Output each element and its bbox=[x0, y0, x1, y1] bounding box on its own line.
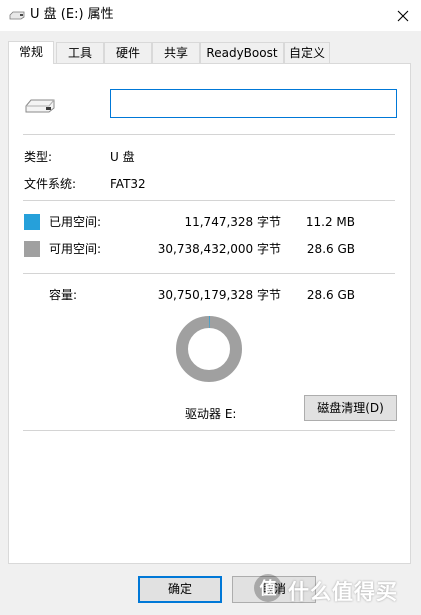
filesystem-value: FAT32 bbox=[110, 177, 146, 191]
capacity-bytes: 30,750,179,328 字节 bbox=[157, 288, 281, 302]
drive-name-input[interactable] bbox=[110, 89, 397, 118]
used-space-bytes: 11,747,328 字节 bbox=[184, 215, 281, 229]
tab-readyboost[interactable]: ReadyBoost bbox=[200, 42, 284, 63]
tab-sharing[interactable]: 共享 bbox=[152, 42, 200, 63]
usb-drive-icon bbox=[9, 11, 25, 20]
free-space-label: 可用空间: bbox=[49, 242, 102, 256]
tab-hardware[interactable]: 硬件 bbox=[104, 42, 152, 63]
filesystem-label: 文件系统: bbox=[24, 177, 77, 191]
drive-label: 驱动器 E: bbox=[185, 407, 237, 421]
used-space-swatch bbox=[24, 214, 40, 230]
general-panel: 类型: U 盘 文件系统: FAT32 已用空间: 11,747,328 字节 … bbox=[8, 63, 411, 564]
divider bbox=[23, 134, 395, 135]
usb-drive-icon bbox=[25, 99, 55, 113]
disk-usage-chart bbox=[176, 316, 242, 382]
tab-tools[interactable]: 工具 bbox=[56, 42, 104, 63]
close-button[interactable] bbox=[385, 0, 421, 31]
capacity-size: 28.6 GB bbox=[306, 288, 355, 302]
used-space-label: 已用空间: bbox=[49, 215, 102, 229]
cancel-button[interactable]: 取消 bbox=[232, 576, 316, 603]
window-title: U 盘 (E:) 属性 bbox=[30, 7, 114, 22]
disk-cleanup-button[interactable]: 磁盘清理(D) bbox=[304, 395, 397, 421]
divider bbox=[23, 430, 395, 431]
free-space-size: 28.6 GB bbox=[306, 242, 355, 256]
free-space-ring bbox=[176, 316, 242, 382]
capacity-label: 容量: bbox=[49, 288, 78, 302]
ok-button[interactable]: 确定 bbox=[138, 576, 222, 603]
used-space-size: 11.2 MB bbox=[305, 215, 355, 229]
divider bbox=[23, 273, 395, 274]
divider bbox=[23, 200, 395, 201]
free-space-swatch bbox=[24, 241, 40, 257]
title-bar: U 盘 (E:) 属性 bbox=[0, 0, 421, 31]
tab-general[interactable]: 常规 bbox=[8, 41, 54, 64]
type-label: 类型: bbox=[24, 150, 53, 164]
tab-customize[interactable]: 自定义 bbox=[284, 42, 330, 63]
close-icon bbox=[397, 10, 409, 21]
free-space-bytes: 30,738,432,000 字节 bbox=[157, 242, 281, 256]
type-value: U 盘 bbox=[110, 150, 135, 164]
